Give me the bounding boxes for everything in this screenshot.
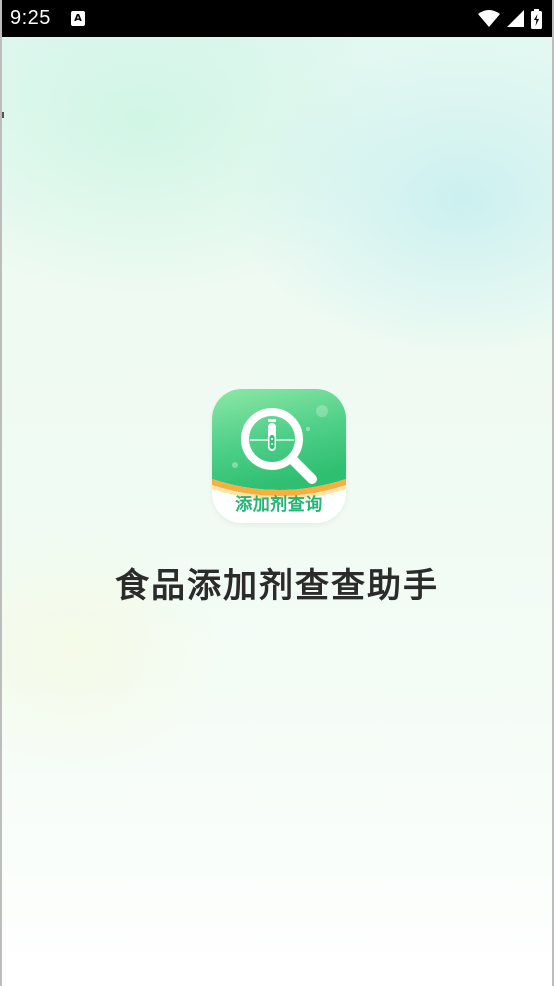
a-letter-icon: A: [70, 11, 85, 26]
wifi-icon: [478, 9, 500, 27]
app-icon: 添加剂查询: [212, 389, 346, 523]
battery-charging-icon: [531, 8, 542, 29]
edge-marker: [2, 112, 4, 118]
status-time: 9:25: [10, 7, 51, 29]
icon-label: 添加剂查询: [235, 495, 323, 515]
background-glow: [232, 40, 552, 360]
status-bar: 9:25 A: [2, 0, 552, 37]
status-icons: [478, 8, 542, 29]
signal-icon: [507, 10, 524, 27]
splash-screen: 9:25 A 添加剂查询 食品添加剂查查助手: [0, 0, 554, 986]
app-title: 食品添加剂查查助手: [115, 566, 439, 606]
